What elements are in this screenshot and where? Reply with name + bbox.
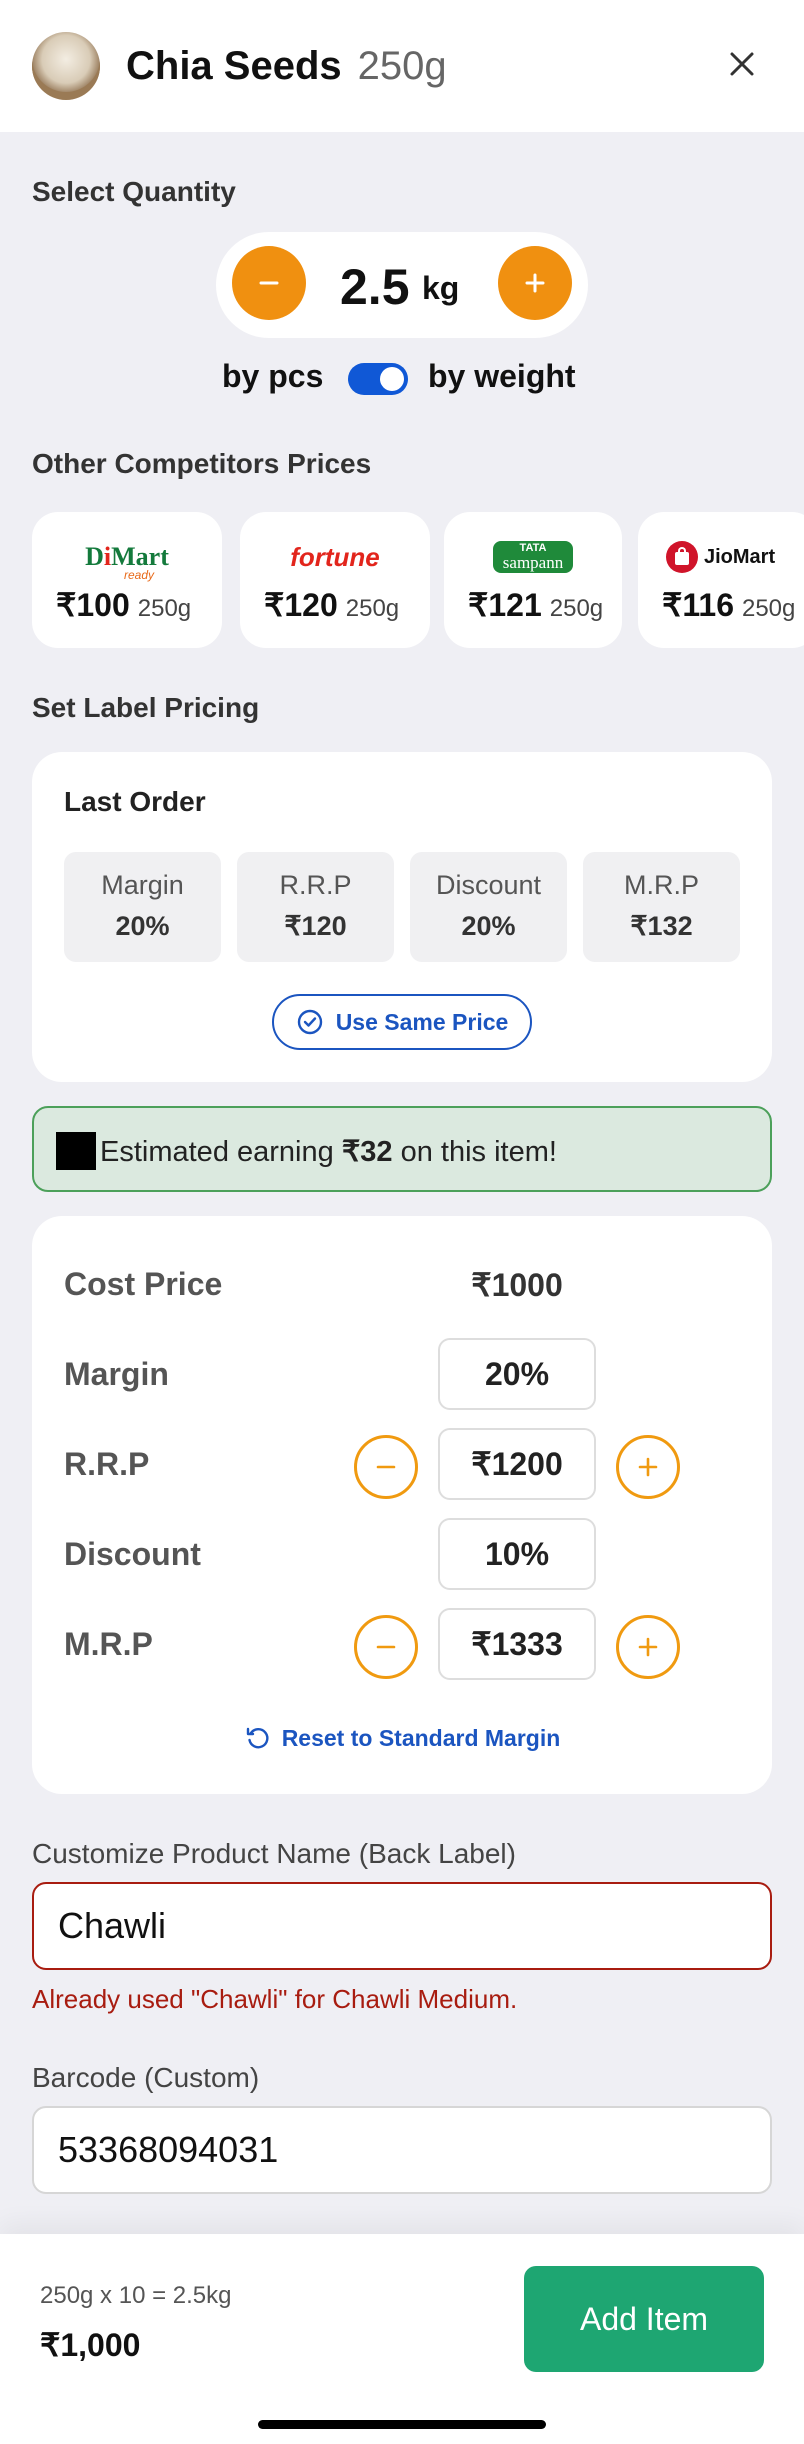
toggle-knob: [380, 367, 404, 391]
quantity-value: 2.5: [340, 259, 410, 315]
plus-icon: [525, 273, 545, 293]
dmart-logo-sub: ready: [124, 568, 155, 582]
competitors-label: Other Competitors Prices: [32, 448, 372, 479]
quantity-mode-toggle[interactable]: [348, 363, 408, 395]
product-name-error: Already used "Chawli" for Chawli Medium.: [32, 1984, 518, 2014]
mrp-label: M.R.P: [64, 1626, 153, 1662]
discount-input[interactable]: 10%: [438, 1518, 596, 1590]
rrp-input[interactable]: ₹1200: [438, 1428, 596, 1500]
label-pricing-label: Set Label Pricing: [32, 692, 260, 723]
rrp-decrease-button[interactable]: [354, 1435, 418, 1499]
decrease-quantity-button[interactable]: [232, 246, 306, 320]
quantity-stepper: 2.5 kg: [216, 232, 588, 338]
barcode-input[interactable]: 53368094031: [32, 2106, 772, 2194]
competitor-price: ₹116 250g: [662, 587, 796, 623]
margin-input[interactable]: 20%: [438, 1338, 596, 1410]
minus-icon: [376, 1465, 396, 1469]
competitor-card-tata-sampann: TATA sampann ₹121 250g: [444, 512, 622, 648]
cost-price-label: Cost Price: [64, 1266, 223, 1302]
product-title: Chia Seeds: [126, 43, 342, 88]
home-indicator: [258, 2420, 546, 2429]
increase-quantity-button[interactable]: [498, 246, 572, 320]
product-weight: 250g: [357, 43, 447, 88]
quantity-calculation: 250g x 10 = 2.5kg: [40, 2282, 232, 2309]
select-quantity-label: Select Quantity: [32, 176, 236, 207]
earning-icon: [56, 1132, 96, 1170]
footer-bar: 250g x 10 = 2.5kg ₹1,000 Add Item: [0, 2234, 804, 2444]
add-item-button[interactable]: Add Item: [524, 2266, 764, 2372]
competitor-card-fortune: fortune ₹120 250g: [240, 512, 430, 648]
last-order-card: Last Order Margin 20% R.R.P ₹120 Discoun…: [32, 752, 772, 1082]
competitor-card-jiomart: JioMart ₹116 250g: [638, 512, 804, 648]
mrp-increase-button[interactable]: [616, 1615, 680, 1679]
mrp-input[interactable]: ₹1333: [438, 1608, 596, 1680]
minus-icon: [259, 281, 279, 285]
barcode-label: Barcode (Custom): [32, 2062, 260, 2093]
customize-name-label: Customize Product Name (Back Label): [32, 1838, 516, 1869]
product-image: [32, 32, 100, 100]
competitor-price: ₹120 250g: [264, 587, 400, 623]
check-circle-icon: [297, 1009, 322, 1035]
last-order-mrp: M.R.P ₹132: [583, 852, 740, 962]
mrp-decrease-button[interactable]: [354, 1615, 418, 1679]
rrp-increase-button[interactable]: [616, 1435, 680, 1499]
last-order-margin: Margin 20%: [64, 852, 221, 962]
jiomart-bag-icon: [666, 541, 698, 573]
total-price: ₹1,000: [40, 2327, 141, 2363]
last-order-discount: Discount 20%: [410, 852, 567, 962]
pricing-card: Cost Price ₹1000 Margin 20% R.R.P ₹1200 …: [32, 1216, 772, 1794]
margin-label: Margin: [64, 1356, 169, 1392]
plus-icon: [638, 1637, 658, 1657]
quantity-unit: kg: [422, 270, 460, 306]
plus-icon: [638, 1457, 658, 1477]
estimated-earning-text: Estimated earning ₹32 on this item!: [100, 1136, 557, 1168]
use-same-price-button[interactable]: Use Same Price: [272, 994, 532, 1050]
minus-icon: [376, 1645, 396, 1649]
close-icon[interactable]: [722, 44, 762, 84]
header: Chia Seeds 250g: [0, 0, 804, 132]
cost-price-value: ₹1000: [471, 1267, 563, 1303]
competitor-card-dmart: DiMart ready ₹100 250g: [32, 512, 222, 648]
competitor-price: ₹121 250g: [468, 587, 604, 623]
reset-icon: [246, 1727, 269, 1749]
competitor-price: ₹100 250g: [56, 587, 192, 623]
last-order-title: Last Order: [64, 786, 206, 817]
discount-label: Discount: [64, 1536, 201, 1572]
fortune-logo: fortune: [290, 541, 380, 572]
last-order-rrp: R.R.P ₹120: [237, 852, 394, 962]
tata-sampann-logo: TATA sampann: [444, 538, 622, 576]
quantity-mode-row: by pcs by weight: [0, 356, 804, 400]
product-name-input[interactable]: Chawli: [32, 1882, 772, 1970]
jiomart-logo: JioMart: [638, 538, 804, 576]
estimated-earning-banner: Estimated earning ₹32 on this item!: [32, 1106, 772, 1192]
rrp-label: R.R.P: [64, 1446, 150, 1482]
by-weight-label: by weight: [428, 358, 576, 394]
by-pcs-label: by pcs: [222, 358, 324, 394]
reset-margin-button[interactable]: Reset to Standard Margin: [32, 1724, 772, 1752]
